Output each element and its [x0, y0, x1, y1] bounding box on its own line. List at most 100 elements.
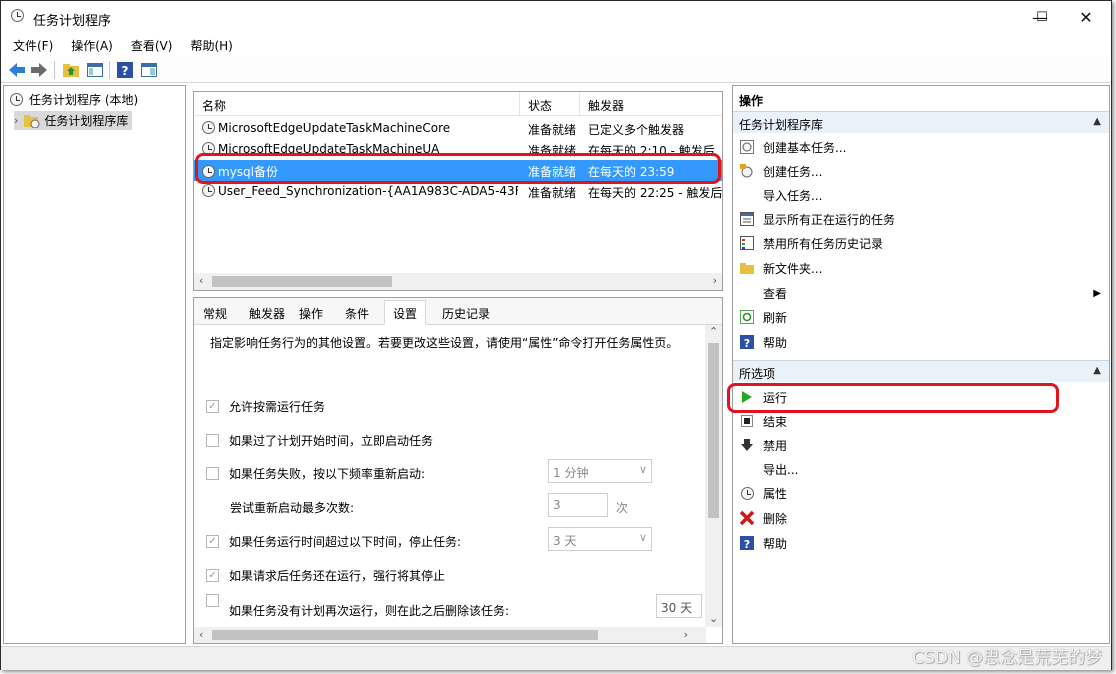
- option-force-stop: ✓ 如果请求后任务还在运行，强行将其停止: [206, 567, 445, 584]
- window-title: 任务计划程序: [33, 14, 112, 29]
- tree-root[interactable]: 任务计划程序 (本地): [10, 91, 138, 108]
- back-arrow-icon[interactable]: [7, 60, 27, 80]
- action-new-folder[interactable]: 新文件夹...: [733, 256, 1109, 280]
- checkbox-checked[interactable]: ✓: [206, 400, 219, 413]
- chevron-right-icon[interactable]: ›: [14, 114, 18, 127]
- checkbox[interactable]: [206, 467, 219, 480]
- action-help[interactable]: ? 帮助: [733, 330, 1109, 354]
- section-selected-item[interactable]: 所选项 ▲: [733, 360, 1109, 382]
- option-label: 如果任务没有计划再次运行，则在此之后删除该任务:: [229, 604, 510, 618]
- tab-history[interactable]: 历史记录: [438, 302, 494, 325]
- close-button[interactable]: ✕: [1063, 1, 1109, 33]
- forward-arrow-icon[interactable]: [29, 60, 49, 80]
- settings-description: 指定影响任务行为的其他设置。若要更改这些设置，请使用“属性”命令打开任务属性页。: [210, 336, 679, 350]
- checkbox[interactable]: [206, 434, 219, 447]
- maximize-button[interactable]: ☐: [1019, 1, 1065, 33]
- option-stop-if-runs-long: ✓ 如果任务运行时间超过以下时间，停止任务:: [206, 533, 461, 550]
- option-allow-on-demand: ✓ 允许按需运行任务: [206, 398, 325, 415]
- action-delete[interactable]: 删除: [733, 506, 1109, 530]
- menu-help[interactable]: 帮助(H): [178, 35, 238, 57]
- action-create-task[interactable]: 创建任务...: [733, 159, 1109, 183]
- collapse-up-icon[interactable]: ▲: [1093, 116, 1101, 127]
- submenu-arrow-icon: ▶: [1093, 287, 1101, 299]
- show-hide-console-tree-icon[interactable]: [85, 60, 105, 80]
- option-label: 如果过了计划开始时间，立即启动任务: [229, 434, 434, 448]
- action-create-basic-task[interactable]: 创建基本任务...: [733, 135, 1109, 159]
- folder-clock-icon: [24, 114, 40, 128]
- console-tree: 任务计划程序 (本地) › 任务计划程序库: [3, 85, 186, 644]
- delete-x-icon: [739, 510, 755, 526]
- scroll-up-icon[interactable]: ⌃: [709, 325, 718, 338]
- section-library[interactable]: 任务计划程序库 ▲: [733, 111, 1109, 133]
- menu-file[interactable]: 文件(F): [1, 35, 59, 57]
- task-name: MicrosoftEdgeUpdateTaskMachineCore: [218, 121, 451, 135]
- column-header-name[interactable]: 名称: [194, 92, 520, 116]
- action-view[interactable]: 查看 ▶: [733, 281, 1109, 305]
- help-icon[interactable]: ?: [115, 60, 135, 80]
- action-import-task[interactable]: 导入任务...: [733, 183, 1109, 207]
- actions-pane-header: 操作: [739, 94, 764, 108]
- tab-general[interactable]: 常规: [198, 302, 232, 325]
- restart-count-unit: 次: [616, 501, 629, 515]
- tab-settings[interactable]: 设置: [384, 300, 426, 325]
- settings-hscrollbar[interactable]: ‹ ›: [194, 627, 706, 643]
- table-row[interactable]: MicrosoftEdgeUpdateTaskMachineCore 准备就绪 …: [194, 118, 722, 139]
- scroll-thumb[interactable]: [708, 343, 719, 518]
- restart-count-input[interactable]: 3: [548, 493, 608, 517]
- task-list: 名称 状态 触发器 MicrosoftEdgeUpdateTaskMachine…: [193, 91, 723, 291]
- tab-triggers[interactable]: 触发器: [246, 302, 288, 325]
- action-disable-history[interactable]: 禁用所有任务历史记录: [733, 231, 1109, 255]
- clock-icon: [10, 93, 23, 106]
- help-icon: ?: [739, 535, 755, 551]
- restart-count-value: 3: [553, 498, 561, 512]
- action-export[interactable]: 导出...: [733, 457, 1109, 481]
- watermark: CSDN @思念是荒芜的梦: [912, 648, 1102, 668]
- option-label: 允许按需运行任务: [229, 400, 326, 414]
- tree-item-library[interactable]: › 任务计划程序库: [14, 111, 133, 130]
- menu-view[interactable]: 查看(V): [119, 35, 179, 57]
- scroll-right-icon[interactable]: ›: [684, 628, 688, 641]
- action-properties[interactable]: 属性: [733, 481, 1109, 505]
- option-start-asap: 如果过了计划开始时间，立即启动任务: [206, 432, 433, 449]
- task-details-panel: 常规 触发器 操作 条件 设置 历史记录 指定影响任务行为的其他设置。若要更改这…: [193, 297, 723, 644]
- task-trigger: 在每天的 22:25 - 触发后: [588, 186, 722, 200]
- task-name: User_Feed_Synchronization-{AA1A983C-ADA5…: [218, 184, 518, 198]
- checkbox[interactable]: [206, 594, 219, 607]
- tree-item-library-label: 任务计划程序库: [44, 114, 129, 128]
- checkbox-checked[interactable]: ✓: [206, 535, 219, 548]
- running-tasks-icon: [739, 211, 755, 227]
- settings-vscrollbar[interactable]: ⌃ ⌄: [705, 325, 722, 627]
- scroll-thumb[interactable]: [212, 630, 598, 640]
- checkbox-checked[interactable]: ✓: [206, 569, 219, 582]
- tab-conditions[interactable]: 条件: [340, 302, 374, 325]
- task-scheduler-icon: [11, 9, 24, 22]
- column-header-trigger[interactable]: 触发器: [580, 92, 722, 116]
- tree-root-label: 任务计划程序 (本地): [29, 93, 139, 107]
- scroll-right-icon[interactable]: ›: [713, 274, 717, 287]
- action-disable[interactable]: 禁用: [733, 433, 1109, 457]
- delete-after-select[interactable]: 30 天: [656, 594, 702, 618]
- action-refresh[interactable]: 刷新: [733, 305, 1109, 329]
- option-delete-if-not-scheduled: 如果任务没有计划再次运行，则在此之后删除该任务:: [206, 594, 509, 619]
- action-help-selected[interactable]: ? 帮助: [733, 531, 1109, 555]
- scroll-down-icon[interactable]: ⌄: [709, 612, 718, 625]
- restart-interval-select[interactable]: 1 分钟 ∨: [548, 459, 652, 483]
- scroll-thumb[interactable]: [212, 276, 392, 287]
- show-hide-action-pane-icon[interactable]: [139, 60, 159, 80]
- option-label: 如果任务失败，按以下频率重新启动:: [229, 467, 426, 481]
- title-bar: 任务计划程序 — ☐ ✕: [1, 1, 1111, 35]
- scroll-left-icon[interactable]: ‹: [199, 628, 203, 641]
- tab-actions[interactable]: 操作: [294, 302, 328, 325]
- action-show-running-tasks[interactable]: 显示所有正在运行的任务: [733, 207, 1109, 231]
- menu-action[interactable]: 操作(A): [59, 35, 119, 57]
- stop-after-select[interactable]: 3 天 ∨: [548, 527, 652, 551]
- table-row[interactable]: User_Feed_Synchronization-{AA1A983C-ADA5…: [194, 181, 722, 202]
- folder-up-icon[interactable]: [61, 60, 81, 80]
- scroll-left-icon[interactable]: ‹: [199, 274, 203, 287]
- import-icon: [739, 187, 755, 203]
- collapse-up-icon[interactable]: ▲: [1093, 365, 1101, 376]
- task-list-hscrollbar[interactable]: ‹ ›: [194, 273, 722, 290]
- column-header-status[interactable]: 状态: [520, 92, 580, 116]
- delete-after-value: 30 天: [661, 601, 693, 615]
- section-library-label: 任务计划程序库: [739, 118, 824, 132]
